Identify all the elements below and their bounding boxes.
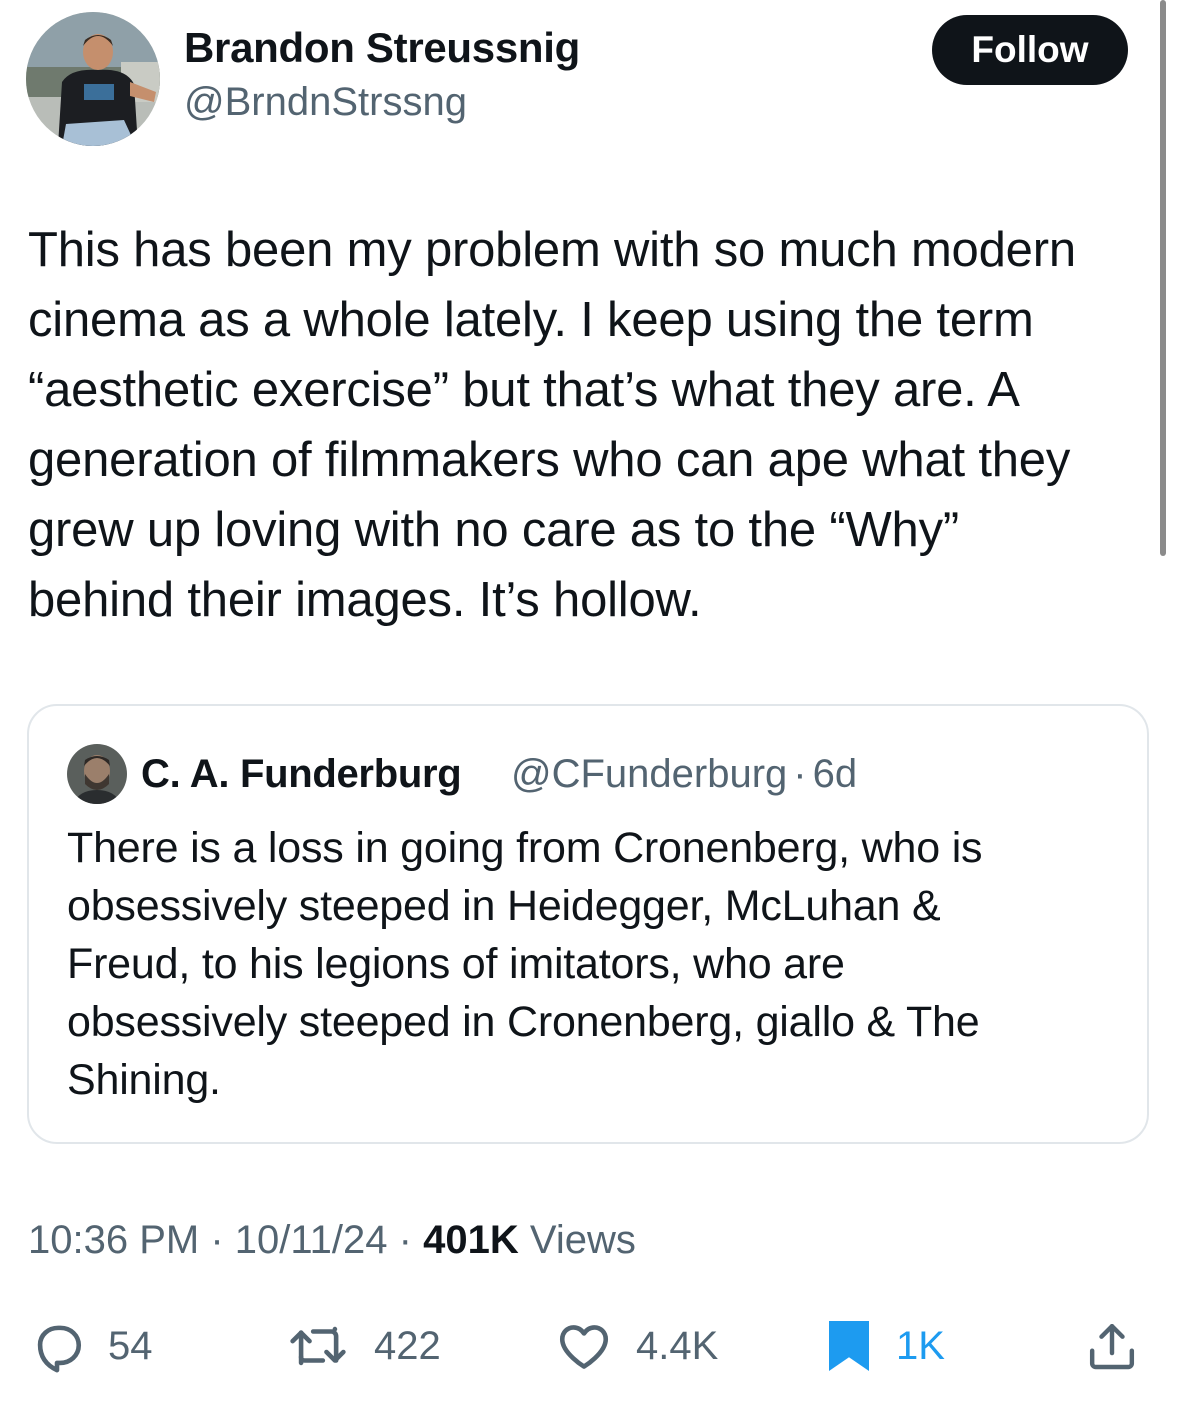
quoted-tweet-age[interactable]: 6d	[813, 752, 858, 796]
quoted-tweet-text: There is a loss in going from Cronenberg…	[67, 824, 983, 1104]
tweet-time[interactable]: 10:36 PM	[28, 1218, 199, 1262]
share-upload-icon	[1084, 1317, 1140, 1375]
quoted-tweet-card[interactable]: C. A. Funderburg @CFunderburg · 6d There i…	[27, 704, 1149, 1144]
views-label: Views	[529, 1218, 636, 1262]
meta-separator: ·	[398, 1218, 412, 1262]
tweet-date[interactable]: 10/11/24	[235, 1218, 388, 1262]
quoted-author-handle[interactable]: @CFunderburg	[511, 752, 787, 796]
quoted-author-avatar[interactable]	[67, 744, 127, 804]
author-name[interactable]: Brandon Streussnig	[184, 24, 580, 72]
scrollbar[interactable]	[1160, 0, 1166, 556]
like-count: 4.4K	[636, 1323, 719, 1368]
bookmark-button[interactable]: 1K	[824, 1316, 945, 1376]
speech-bubble-icon	[28, 1317, 86, 1375]
heart-icon	[554, 1317, 614, 1375]
author-handle[interactable]: @BrndnStrssng	[184, 80, 467, 125]
tweet-meta: 10:36 PM · 10/11/24 · 401K Views	[28, 1218, 636, 1263]
follow-button[interactable]: Follow	[932, 15, 1128, 85]
quoted-author-meta: @CFunderburg · 6d	[511, 752, 857, 797]
like-button[interactable]: 4.4K	[554, 1316, 718, 1376]
bookmark-filled-icon	[824, 1316, 874, 1376]
meta-separator: ·	[210, 1218, 224, 1262]
bookmark-count: 1K	[896, 1323, 945, 1368]
author-avatar[interactable]	[26, 12, 160, 146]
meta-separator: ·	[793, 752, 807, 796]
repost-button[interactable]: 422	[284, 1316, 441, 1376]
views-count[interactable]: 401K	[423, 1218, 519, 1262]
reply-count: 54	[108, 1323, 153, 1368]
reply-button[interactable]: 54	[28, 1316, 153, 1376]
tweet-text: This has been my problem with so much mo…	[28, 223, 1076, 627]
share-button[interactable]	[1084, 1316, 1140, 1376]
repost-arrows-icon	[284, 1317, 352, 1375]
repost-count: 422	[374, 1323, 441, 1368]
quoted-author-name[interactable]: C. A. Funderburg	[141, 752, 462, 797]
